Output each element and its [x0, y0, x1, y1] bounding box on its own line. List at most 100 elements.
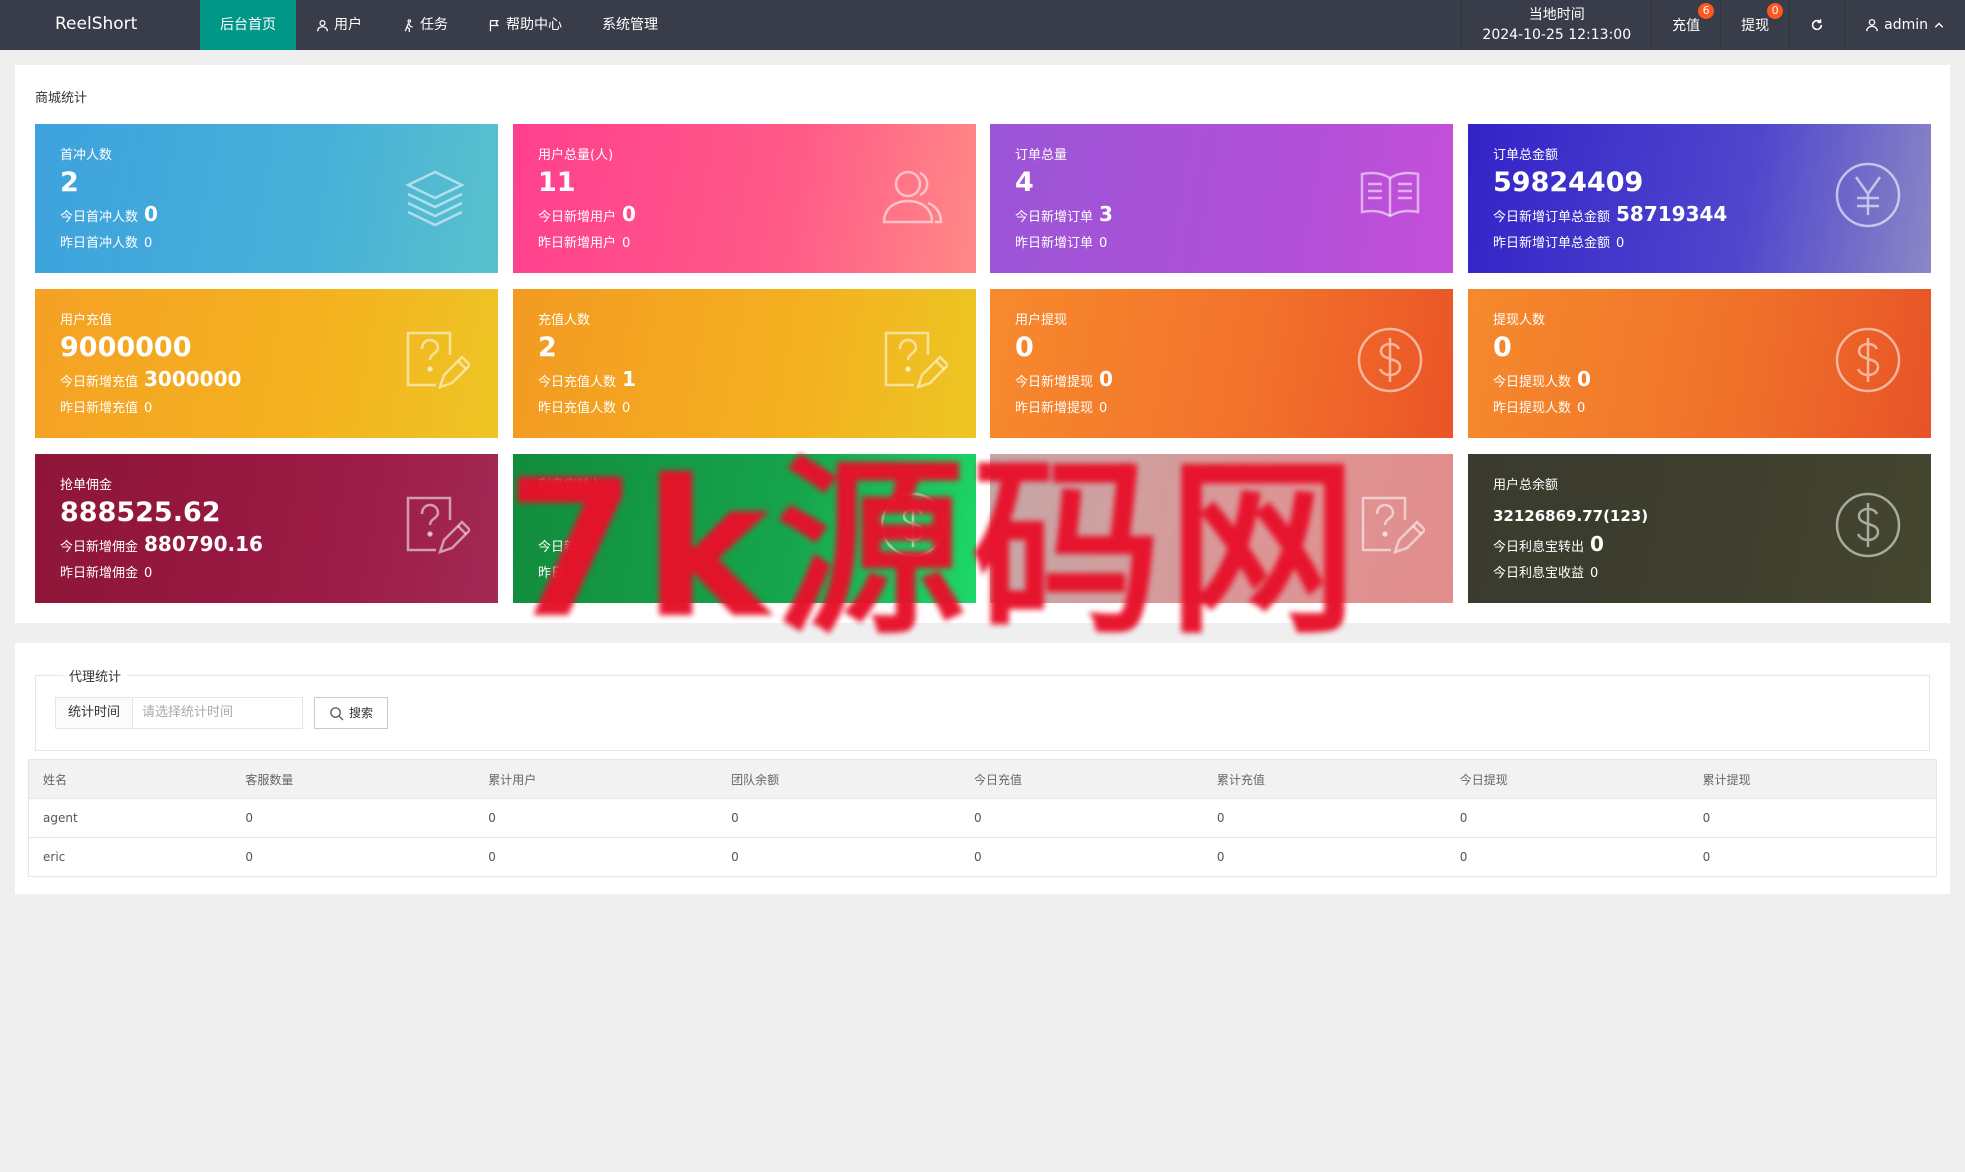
app-logo[interactable]: ReelShort — [55, 0, 137, 50]
col-team-balance: 团队余额 — [717, 759, 960, 799]
stat-today — [1015, 532, 1021, 560]
withdraw-link[interactable]: 提现 0 — [1720, 0, 1789, 50]
stat-today: 今日提现人数 0 — [1493, 367, 1591, 395]
dollar-icon — [1357, 327, 1423, 393]
stat-label: 订单总金额 — [1493, 148, 1559, 163]
stat-label: 首冲人数 — [60, 148, 113, 163]
table-row[interactable]: eric 0 0 0 0 0 0 0 — [28, 837, 1937, 877]
stat-yesterday: 昨日新增佣金 0 — [60, 564, 152, 584]
stat-yesterday-label: 昨日新增订单总金额 — [1493, 236, 1611, 251]
stat-yesterday: 昨日新增订单总金额 0 — [1493, 234, 1624, 254]
col-total-users: 累计用户 — [474, 759, 718, 799]
search-button[interactable]: 搜索 — [314, 697, 388, 729]
stat-today-label: 今日新增订单总金额 — [1493, 210, 1611, 225]
stat-today-value: 1 — [622, 367, 636, 391]
stat-today-label: 今日新增订单 — [1015, 210, 1094, 225]
stat-card-obscured — [990, 454, 1453, 603]
cell: 0 — [717, 798, 960, 838]
table-row[interactable]: agent 0 0 0 0 0 0 0 — [28, 798, 1937, 838]
cell: agent — [28, 798, 232, 838]
local-time-value: 2024-10-25 12:13:00 — [1482, 27, 1632, 43]
stat-value: 59824409 — [1493, 167, 1644, 198]
stat-yesterday-value: 0 — [144, 566, 153, 581]
col-total-recharge: 累计充值 — [1202, 759, 1446, 799]
stat-yesterday: 昨日 — [538, 564, 570, 584]
nav-home[interactable]: 后台首页 — [200, 0, 296, 50]
nav-system-label: 系统管理 — [602, 17, 658, 33]
stat-label: 用户充值 — [60, 313, 113, 328]
cell: 0 — [1688, 837, 1937, 877]
stat-today: 今日新 — [538, 532, 583, 560]
edit-question-icon — [884, 331, 948, 389]
stat-yesterday-label: 昨日新增提现 — [1015, 401, 1094, 416]
search-button-label: 搜索 — [348, 706, 373, 720]
edit-question-icon — [1361, 496, 1425, 554]
edit-question-icon — [406, 496, 470, 554]
refresh-button[interactable] — [1789, 0, 1844, 50]
right-nav: 当地时间 2024-10-25 12:13:00 充值 6 提现 0 admin — [1461, 0, 1965, 50]
user-icon — [1866, 19, 1879, 32]
stat-today: 今日利息宝转出 0 — [1493, 532, 1604, 560]
agent-table: 姓名 客服数量 累计用户 团队余额 今日充值 累计充值 今日提现 累计提现 ag… — [28, 759, 1937, 877]
stat-today-value: 0 — [144, 202, 158, 226]
stat-yesterday-value: 0 — [1616, 236, 1625, 251]
cell: 0 — [1445, 798, 1689, 838]
dollar-icon — [880, 492, 946, 558]
mall-stats-title: 商城统计 — [35, 91, 88, 106]
nav-users[interactable]: 用户 — [296, 0, 382, 50]
withdraw-badge: 0 — [1767, 3, 1784, 19]
top-navbar: ReelShort 后台首页 用户 任务 帮助中心 系统管理 当地时间 2024… — [0, 0, 1965, 50]
cell: 0 — [1202, 837, 1446, 877]
stat-today: 今日新增用户 0 — [538, 202, 636, 230]
stat-today-value: 58719344 — [1616, 202, 1728, 226]
stat-card-first-recharge: 首冲人数 2 今日首冲人数 0 昨日首冲人数 0 — [35, 124, 498, 273]
stat-yesterday: 昨日首冲人数 0 — [60, 234, 152, 254]
stat-today: 今日新增订单总金额 58719344 — [1493, 202, 1727, 230]
cell: 0 — [959, 837, 1203, 877]
nav-help[interactable]: 帮助中心 — [468, 0, 582, 50]
stat-today-label: 今日充值人数 — [538, 375, 617, 390]
book-icon — [1360, 171, 1420, 218]
col-today-recharge: 今日充值 — [959, 759, 1203, 799]
stat-today-label: 今日利息宝转出 — [1493, 540, 1585, 555]
stat-card-total-balance: 用户总余额 32126869.77(123) 今日利息宝转出 0 今日利息宝收益 0 — [1468, 454, 1931, 603]
cell: 0 — [1445, 837, 1689, 877]
search-icon — [330, 706, 344, 721]
stat-yesterday-label: 昨日新增充值 — [60, 401, 139, 416]
nav-system[interactable]: 系统管理 — [582, 0, 678, 50]
stat-yesterday-label: 今日利息宝收益 — [1493, 566, 1585, 581]
stat-today: 今日新增订单 3 — [1015, 202, 1113, 230]
admin-menu[interactable]: admin — [1844, 0, 1965, 50]
stat-yesterday-value: 0 — [622, 236, 631, 251]
edit-question-icon — [406, 331, 470, 389]
nav-home-label: 后台首页 — [220, 17, 276, 33]
stat-yesterday-value: 0 — [622, 401, 631, 416]
stat-today-value: 3000000 — [144, 367, 242, 391]
recharge-badge: 6 — [1698, 3, 1715, 19]
stat-value: 2 — [538, 332, 557, 363]
stat-yesterday: 昨日充值人数 0 — [538, 399, 630, 419]
stat-today: 今日新增充值 3000000 — [60, 367, 241, 395]
stat-yesterday-value: 0 — [1590, 566, 1599, 581]
stat-label: 用户提现 — [1015, 313, 1068, 328]
chevron-up-icon — [1934, 22, 1944, 28]
recharge-link[interactable]: 充值 6 — [1651, 0, 1720, 50]
stat-yesterday-label: 昨日新增佣金 — [60, 566, 139, 581]
user-icon — [317, 19, 328, 31]
stat-yesterday: 昨日新增提现 0 — [1015, 399, 1107, 419]
stat-value: 2 — [60, 167, 79, 198]
nav-tasks[interactable]: 任务 — [382, 0, 468, 50]
cell: 0 — [474, 798, 718, 838]
stat-today: 今日新增佣金 880790.16 — [60, 532, 263, 560]
stat-label: 提现人数 — [1493, 313, 1546, 328]
stat-yesterday-label: 昨日 — [538, 566, 565, 581]
stat-yesterday-label: 昨日提现人数 — [1493, 401, 1572, 416]
stat-label: 订单总量 — [1015, 148, 1068, 163]
stat-today-label: 今日新增充值 — [60, 375, 139, 390]
local-time-label: 当地时间 — [1528, 7, 1585, 23]
stat-today-label: 今日新增提现 — [1015, 375, 1094, 390]
stat-value: 888525.62 — [60, 497, 221, 528]
stat-time-input[interactable]: 请选择统计时间 — [132, 697, 303, 729]
stat-value: 0 — [1493, 332, 1512, 363]
cell: 0 — [474, 837, 718, 877]
